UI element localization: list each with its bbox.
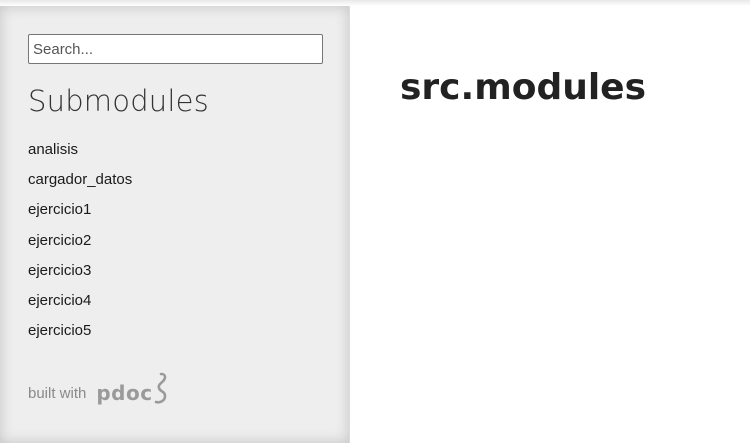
list-item: ejercicio1 [28, 200, 132, 230]
submodule-link-ejercicio1[interactable]: ejercicio1 [28, 201, 91, 218]
list-item: ejercicio2 [28, 231, 132, 261]
pdoc-snake-icon [154, 372, 166, 404]
built-with-label: built with [28, 384, 87, 402]
list-item: ejercicio5 [28, 321, 132, 351]
list-item: cargador_datos [28, 170, 132, 200]
list-item: ejercicio3 [28, 261, 132, 291]
pdoc-logo-text: pdoc [96, 381, 153, 405]
list-item: analisis [28, 140, 132, 170]
submodule-link-ejercicio2[interactable]: ejercicio2 [28, 232, 91, 249]
submodule-link-cargador-datos[interactable]: cargador_datos [28, 171, 132, 188]
submodule-list: analisis cargador_datos ejercicio1 ejerc… [28, 140, 132, 351]
built-with-pdoc-link[interactable]: built with pdoc [28, 372, 168, 406]
submodule-link-analisis[interactable]: analisis [28, 141, 78, 158]
list-item: ejercicio4 [28, 291, 132, 321]
submodule-link-ejercicio5[interactable]: ejercicio5 [28, 322, 91, 339]
submodule-link-ejercicio3[interactable]: ejercicio3 [28, 262, 91, 279]
sidebar: Submodules analisis cargador_datos ejerc… [0, 6, 350, 443]
search-input[interactable] [28, 34, 323, 64]
module-title: src.modules [400, 67, 647, 108]
submodule-link-ejercicio4[interactable]: ejercicio4 [28, 292, 91, 309]
submodules-heading: Submodules [28, 84, 209, 118]
